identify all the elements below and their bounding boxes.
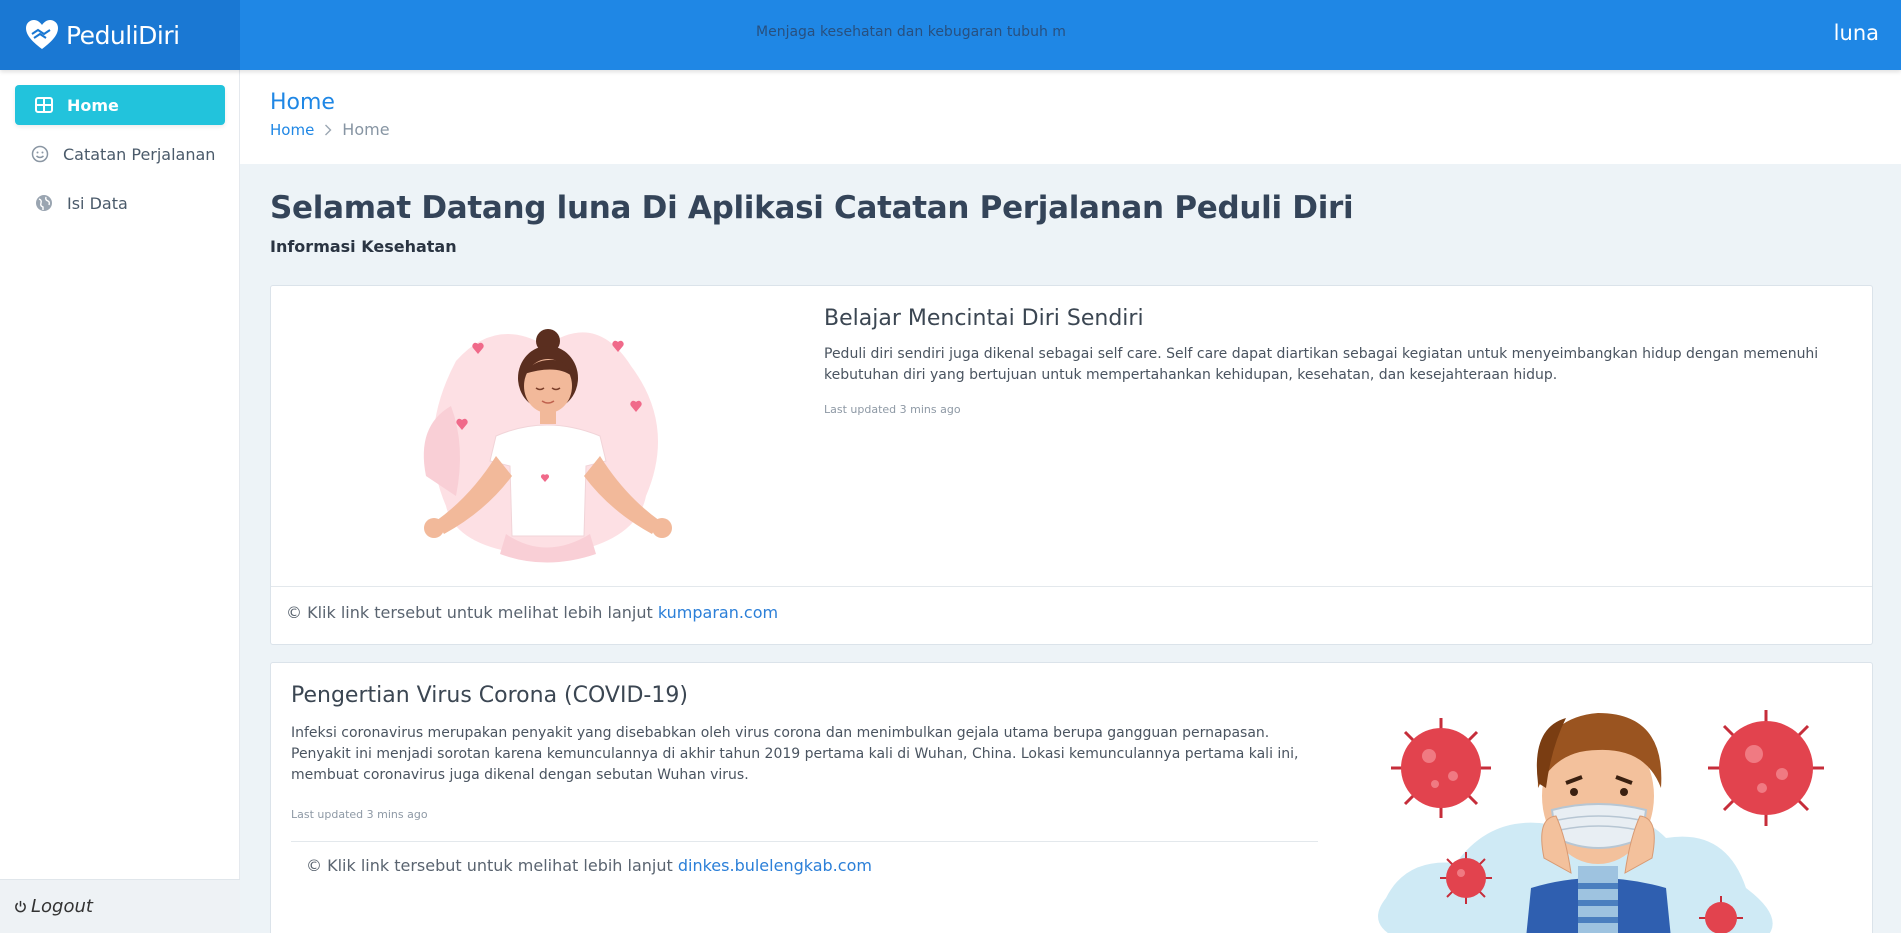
sidebar-item-isi-data[interactable]: Isi Data (15, 183, 225, 223)
card-footer: © Klik link tersebut untuk melihat lebih… (306, 856, 872, 875)
card-divider (271, 586, 1872, 587)
section-subtitle: Informasi Kesehatan (270, 237, 457, 256)
breadcrumb: Home Home (270, 120, 390, 139)
smile-icon (29, 143, 51, 165)
top-navbar: PeduliDiri Menjaga kesehatan dan kebugar… (0, 0, 1901, 70)
logout-bar: Logout (0, 879, 240, 933)
breadcrumb-current: Home (342, 120, 390, 139)
brand-name: PeduliDiri (66, 20, 180, 50)
card-footer: © Klik link tersebut untuk melihat lebih… (286, 603, 778, 622)
sidebar-item-label: Home (67, 95, 119, 115)
card-updated: Last updated 3 mins ago (291, 808, 428, 821)
user-menu[interactable]: luna (1834, 21, 1879, 45)
sidebar-item-label: Catatan Perjalanan (63, 144, 216, 164)
card-title: Belajar Mencintai Diri Sendiri (824, 306, 1144, 331)
card-link-kumparan[interactable]: kumparan.com (658, 603, 778, 622)
grid-icon (33, 94, 55, 116)
card-divider (291, 841, 1318, 842)
welcome-heading: Selamat Datang luna Di Aplikasi Catatan … (270, 190, 1354, 226)
globe-icon (33, 192, 55, 214)
card-updated: Last updated 3 mins ago (824, 403, 961, 416)
info-card-self-care: Belajar Mencintai Diri Sendiri Peduli di… (270, 285, 1873, 645)
card-body: Infeksi coronavirus merupakan penyakit y… (291, 725, 1299, 783)
card-link-dinkes[interactable]: dinkes.bulelengkab.com (678, 856, 872, 875)
logout-label: Logout (31, 896, 93, 917)
page-title: Home (270, 90, 335, 115)
card-body: Peduli diri sendiri juga dikenal sebagai… (824, 346, 1819, 383)
power-icon (14, 900, 27, 913)
card-footer-text: © Klik link tersebut untuk melihat lebih… (286, 603, 658, 622)
self-care-illustration (423, 329, 672, 563)
logout-button[interactable]: Logout (14, 896, 93, 917)
marquee-text: Menjaga kesehatan dan kebugaran tubuh m (756, 24, 1066, 40)
chevron-right-icon (324, 124, 332, 136)
marquee: Menjaga kesehatan dan kebugaran tubuh m (756, 24, 1068, 46)
brand-logo[interactable]: PeduliDiri (0, 0, 240, 70)
heart-hands-icon (26, 20, 58, 49)
sidebar: Home Catatan Perjalanan Isi Data Logout (0, 70, 240, 933)
card-title: Pengertian Virus Corona (COVID-19) (291, 683, 688, 708)
sidebar-item-home[interactable]: Home (15, 85, 225, 125)
card-footer-text: © Klik link tersebut untuk melihat lebih… (306, 856, 678, 875)
breadcrumb-link-home[interactable]: Home (270, 121, 314, 139)
page-header: Home Home Home (240, 70, 1901, 164)
sidebar-item-label: Isi Data (67, 193, 128, 213)
sidebar-item-catatan-perjalanan[interactable]: Catatan Perjalanan (15, 134, 225, 174)
info-card-covid: Pengertian Virus Corona (COVID-19) Infek… (270, 662, 1873, 933)
covid-illustration (1378, 710, 1824, 933)
